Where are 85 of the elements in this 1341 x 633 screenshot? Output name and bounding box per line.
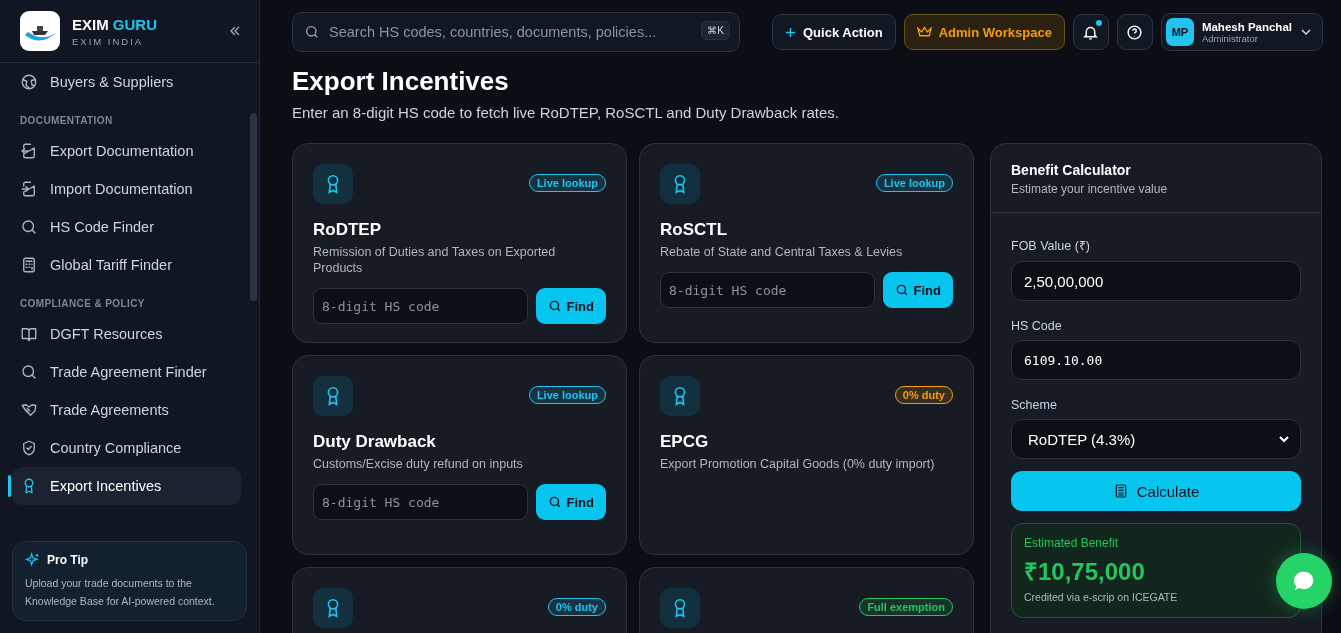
user-name: Mahesh Panchal (1201, 20, 1292, 33)
hs-code-input[interactable]: 8-digit HS code (313, 288, 528, 324)
sidebar-item[interactable]: DGFT Resources (12, 315, 241, 353)
user-menu[interactable]: MP Mahesh Panchal Administrator (1160, 13, 1323, 51)
card-title: RoSCTL (660, 220, 729, 240)
result-label: Estimated Benefit (1024, 536, 1120, 550)
pro-tip-title: Pro Tip (47, 553, 89, 567)
hs-code-input[interactable]: 6109.10.00 (1011, 340, 1301, 380)
help-icon (1126, 23, 1144, 41)
logo-icon (20, 11, 60, 51)
award-icon (660, 588, 700, 628)
card-title: RoDTEP (313, 220, 382, 240)
award-icon (313, 164, 353, 204)
section-heading: DOCUMENTATION (19, 114, 114, 128)
book-icon (20, 325, 38, 343)
search-icon (304, 24, 320, 40)
search-icon (20, 218, 38, 236)
find-button[interactable]: Find (882, 272, 953, 308)
admin-workspace-button[interactable]: Admin Workspace (903, 14, 1065, 50)
shield-icon (20, 439, 38, 457)
card-title: EPCG (660, 432, 710, 452)
sidebar-item[interactable]: HS Code Finder (12, 208, 241, 246)
card-description: Rebate of State and Central Taxes & Levies (660, 244, 904, 260)
calculate-button[interactable]: Calculate (1011, 471, 1301, 511)
status-tag: 0% duty (894, 386, 953, 404)
status-tag: Live lookup (528, 174, 606, 192)
sidebar-item[interactable]: Country Compliance (12, 429, 241, 467)
card-description: Customs/Excise duty refund on inputs (313, 456, 524, 472)
field-label: Scheme (1011, 398, 1058, 412)
result-value: ₹10,75,000 (1024, 557, 1146, 587)
search-icon (547, 299, 562, 313)
page-title: Export Incentives (292, 65, 510, 98)
page-subtitle: Enter an 8-digit HS code to fetch live RoDTEP, RoSCTL and Duty Drawback rates. (292, 104, 840, 121)
field-label: FOB Value (₹) (1011, 238, 1091, 254)
collapse-icon[interactable] (229, 25, 241, 37)
sidebar-item[interactable]: Export Documentation (12, 132, 241, 170)
brand-subtitle: EXIM INDIA (72, 35, 145, 47)
field-label: HS Code (1011, 319, 1063, 333)
hs-code-input[interactable]: 8-digit HS code (313, 484, 528, 520)
search-icon (20, 363, 38, 381)
sidebar-item[interactable]: Trade Agreements (12, 391, 241, 429)
sidebar-item[interactable]: Trade Agreement Finder (12, 353, 241, 391)
user-avatar: MP (1165, 18, 1194, 46)
sparkle-icon (25, 552, 41, 568)
status-tag: Full exemption (859, 598, 953, 616)
status-tag: Live lookup (875, 174, 953, 192)
chevron-down-icon (1278, 433, 1290, 445)
award-icon (313, 376, 353, 416)
sidebar-item[interactable]: Import Documentation (12, 170, 241, 208)
result-note: Credited via e-scrip on ICEGATE (1024, 591, 1179, 603)
card-description: Remission of Duties and Taxes on Exported Products (313, 244, 557, 276)
shortcut-key: ⌘K (701, 21, 730, 40)
find-button[interactable]: Find (535, 288, 606, 324)
search-icon (894, 283, 909, 297)
plus-icon (785, 26, 796, 38)
chevron-down-icon (1300, 26, 1312, 38)
search-icon (547, 495, 562, 509)
award-icon (660, 376, 700, 416)
calculator-title: Benefit Calculator (1011, 162, 1132, 178)
globe-icon (20, 73, 38, 91)
pro-tip-text: Upload your trade documents to the Knowledge Base for AI-powered context. (25, 576, 216, 609)
status-tag: 0% duty (547, 598, 606, 616)
award-icon (313, 588, 353, 628)
fob-value-input[interactable]: 2,50,00,000 (1011, 261, 1301, 301)
find-button[interactable]: Find (535, 484, 606, 520)
calc-icon (20, 256, 38, 274)
crown-icon (916, 26, 932, 38)
hs-code-input[interactable]: 8-digit HS code (660, 272, 875, 308)
calculator-subtitle: Estimate your incentive value (1011, 182, 1169, 196)
award-icon (660, 164, 700, 204)
scrollbar[interactable] (250, 113, 257, 301)
notifications-button[interactable] (1072, 14, 1109, 50)
quick-action-button[interactable]: Quick Action (772, 14, 896, 50)
brand-name: EXIM GURU (72, 15, 158, 33)
status-tag: Live lookup (528, 386, 606, 404)
help-button[interactable] (1116, 14, 1153, 50)
sidebar-item[interactable]: Global Tariff Finder (12, 246, 241, 284)
card-description: Export Promotion Capital Goods (0% duty import) (660, 456, 936, 472)
doc-in-icon (20, 180, 38, 198)
card-title: Duty Drawback (313, 432, 437, 452)
user-role: Administrator (1201, 32, 1259, 44)
scheme-select[interactable]: RoDTEP (4.3%) (1011, 419, 1301, 459)
doc-out-icon (20, 142, 38, 160)
section-heading: COMPLIANCE & POLICY (19, 297, 146, 311)
sidebar-item[interactable]: Buyers & Suppliers (12, 63, 241, 101)
